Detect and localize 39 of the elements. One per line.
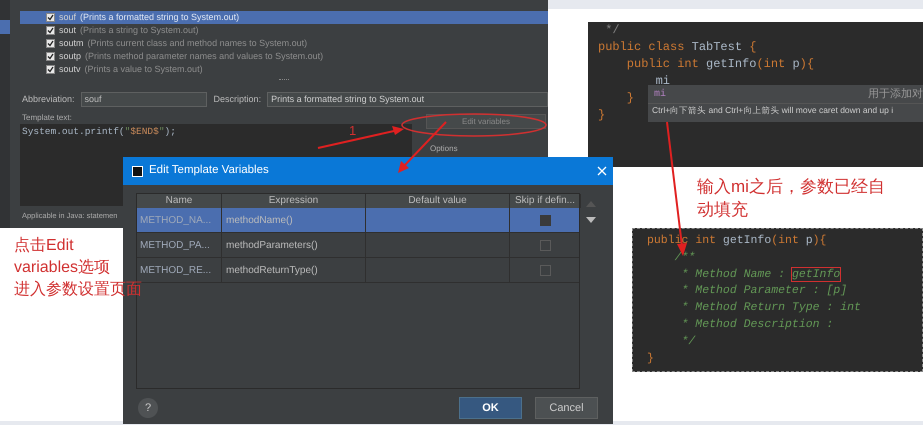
- code-line: */: [680, 334, 696, 350]
- code-line: public int getInfo(int p){: [626, 56, 814, 73]
- template-text-label: Template text:: [22, 112, 72, 124]
- template-description: (Prints a string to System.out): [80, 24, 199, 37]
- table-cell: METHOD_NA...: [137, 208, 222, 233]
- annotation-note: 输入mi之后，参数已经自 动填充: [697, 176, 885, 221]
- template-description: (Prints method parameter names and values to System.out): [85, 50, 324, 63]
- completion-footer: Ctrl+向下箭头 and Ctrl+向上箭头 will move caret down and up i: [648, 103, 923, 117]
- template-abbreviation: souf: [59, 11, 76, 24]
- step-number: 1: [349, 122, 356, 140]
- options-label: Options: [430, 143, 458, 155]
- code-line: }: [626, 90, 634, 107]
- code-line: * Method Name : getInfo: [680, 266, 840, 283]
- template-description: (Prints a value to System.out): [84, 63, 203, 76]
- abbreviation-label: Abbreviation:: [22, 92, 75, 106]
- template-abbreviation: soutp: [59, 50, 82, 63]
- table-cell: METHOD_RE...: [137, 258, 222, 283]
- table-cell: METHOD_PA...: [137, 233, 222, 258]
- table-cell: methodParameters(): [222, 233, 366, 258]
- code-line: * Method Return Type : int: [680, 300, 861, 316]
- code-line: mi: [654, 73, 670, 88]
- code-line: }: [598, 107, 606, 124]
- code-line: * Method Parameter : [p]: [680, 283, 848, 300]
- template-abbreviation: soutm: [59, 37, 84, 50]
- template-abbreviation: sout: [59, 24, 76, 37]
- template-code: System.out.printf("$END$");: [22, 125, 176, 139]
- template-abbreviation: soutv: [59, 63, 81, 76]
- description-label: Description:: [214, 92, 262, 106]
- code-line: * Method Description :: [680, 316, 834, 333]
- table-cell: methodReturnType(): [222, 258, 366, 283]
- template-description: (Prints a formatted string to System.out): [80, 11, 240, 24]
- template-description: (Prints current class and method names to System.out): [88, 37, 308, 50]
- dialog-title: Edit Template Variables: [149, 163, 269, 178]
- code-line: public class TabTest {: [598, 39, 756, 56]
- completion-hint: 用于添加对: [868, 86, 923, 102]
- table-cell: methodName(): [222, 208, 366, 233]
- code-line: /**: [674, 250, 696, 266]
- code-line: */: [604, 22, 620, 39]
- code-line: }: [647, 350, 654, 367]
